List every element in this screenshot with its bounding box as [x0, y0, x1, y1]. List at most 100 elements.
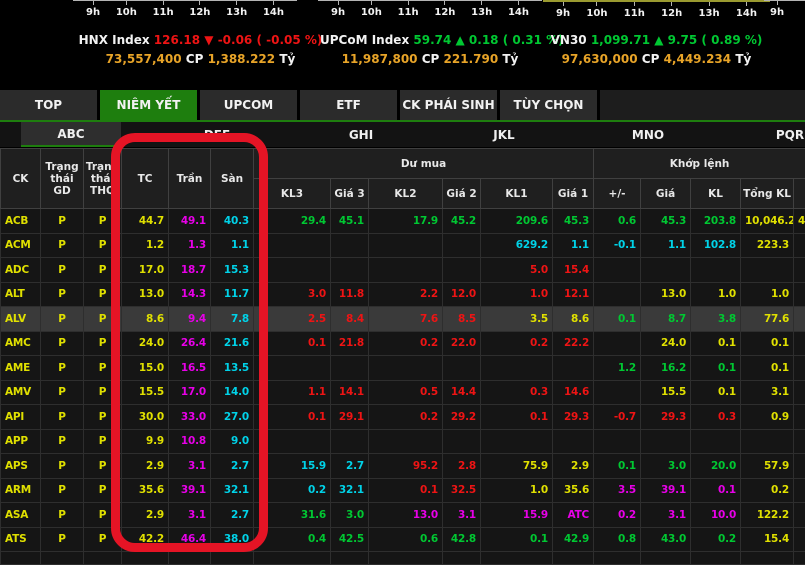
cell-gia3[interactable] [331, 258, 369, 283]
cell-gia[interactable] [641, 429, 691, 454]
cell-status-thq[interactable]: P [84, 527, 122, 552]
cell-san[interactable]: 9.0 [211, 429, 254, 454]
cell-kl[interactable]: 0.3 [691, 405, 741, 430]
cell-symbol[interactable]: ALT [1, 282, 41, 307]
cell-status-gd[interactable]: P [41, 503, 84, 528]
cell-gia3[interactable]: 21.8 [331, 331, 369, 356]
cell-tran[interactable]: 49.1 [169, 209, 211, 234]
tab-ni-m-y-t[interactable]: NIÊM YẾT [100, 90, 197, 120]
cell-status-gd[interactable]: P [41, 282, 84, 307]
cell-san[interactable]: 27.0 [211, 405, 254, 430]
cell-next[interactable] [794, 503, 805, 528]
cell-gia3[interactable] [331, 429, 369, 454]
cell-gia[interactable]: 8.7 [641, 307, 691, 332]
cell-next[interactable] [794, 331, 805, 356]
cell-gia[interactable]: 45.3 [641, 209, 691, 234]
cell-gia1[interactable]: 45.3 [553, 209, 594, 234]
cell-gia[interactable]: 43.0 [641, 527, 691, 552]
cell-tran[interactable]: 17.0 [169, 380, 211, 405]
cell-kl3[interactable]: 15.9 [254, 454, 331, 479]
cell-tran[interactable]: 9.4 [169, 307, 211, 332]
cell-tran[interactable]: 33.0 [169, 405, 211, 430]
cell-tran[interactable]: 1.3 [169, 233, 211, 258]
cell-status-gd[interactable]: P [41, 454, 84, 479]
cell-san[interactable]: 40.3 [211, 209, 254, 234]
tab-upcom[interactable]: UPCOM [200, 90, 297, 120]
cell-kl2[interactable] [369, 356, 443, 381]
cell-kl1[interactable]: 209.6 [481, 209, 553, 234]
tab-t-y-ch-n[interactable]: TÙY CHỌN [500, 90, 597, 120]
cell-symbol[interactable]: ACM [1, 233, 41, 258]
cell-kl[interactable]: 1.0 [691, 282, 741, 307]
cell-gia3[interactable]: 11.8 [331, 282, 369, 307]
cell-symbol[interactable]: ACB [1, 209, 41, 234]
cell-tong-kl[interactable]: 57.9 [741, 454, 794, 479]
cell-san[interactable]: 2.7 [211, 454, 254, 479]
cell-tong-kl[interactable]: 0.2 [741, 478, 794, 503]
cell-gia[interactable]: 16.2 [641, 356, 691, 381]
cell-kl3[interactable]: 3.0 [254, 282, 331, 307]
cell-tong-kl[interactable] [741, 429, 794, 454]
cell-gia[interactable]: 29.3 [641, 405, 691, 430]
cell-gia2[interactable]: 45.2 [443, 209, 481, 234]
cell-gia1[interactable]: 35.6 [553, 478, 594, 503]
cell-tong-kl[interactable]: 10,046.2 [741, 209, 794, 234]
cell-status-thq[interactable]: P [84, 380, 122, 405]
letter-tab-ghi[interactable]: GHI [337, 122, 385, 147]
cell-gia3[interactable]: 42.5 [331, 527, 369, 552]
cell-tc[interactable]: 8.6 [122, 307, 169, 332]
cell-tc[interactable]: 17.0 [122, 258, 169, 283]
cell-kl2[interactable]: 0.2 [369, 331, 443, 356]
cell-status-gd[interactable]: P [41, 478, 84, 503]
cell-status-gd[interactable]: P [41, 258, 84, 283]
cell-status-gd[interactable]: P [41, 233, 84, 258]
cell-status-thq[interactable]: P [84, 356, 122, 381]
cell-gia3[interactable]: 2.7 [331, 454, 369, 479]
cell-tc[interactable]: 24.0 [122, 331, 169, 356]
cell-tc[interactable]: 9.9 [122, 429, 169, 454]
cell-kl3[interactable] [254, 233, 331, 258]
cell-tc[interactable]: 1.2 [122, 233, 169, 258]
cell-gia3[interactable]: 8.4 [331, 307, 369, 332]
cell-kl[interactable]: 10.0 [691, 503, 741, 528]
board-row-amc[interactable]: AMCPP24.026.421.60.121.80.222.00.222.224… [1, 331, 805, 356]
cell-status-thq[interactable]: P [84, 429, 122, 454]
cell-gia2[interactable] [443, 356, 481, 381]
cell-next[interactable] [794, 429, 805, 454]
cell-status-thq[interactable]: P [84, 282, 122, 307]
cell-kl2[interactable] [369, 258, 443, 283]
cell-status-gd[interactable]: P [41, 209, 84, 234]
cell-next[interactable] [794, 233, 805, 258]
cell-tc[interactable]: 15.5 [122, 380, 169, 405]
cell-gia3[interactable]: 29.1 [331, 405, 369, 430]
cell-gia1[interactable]: 42.9 [553, 527, 594, 552]
cell-san[interactable]: 15.3 [211, 258, 254, 283]
cell-gia[interactable]: 3.0 [641, 454, 691, 479]
cell-kl1[interactable]: 0.3 [481, 380, 553, 405]
cell-symbol[interactable]: API [1, 405, 41, 430]
cell-status-gd[interactable]: P [41, 331, 84, 356]
cell-gia3[interactable]: 14.1 [331, 380, 369, 405]
cell-tc[interactable]: 2.9 [122, 503, 169, 528]
cell-kl3[interactable]: 2.5 [254, 307, 331, 332]
cell-chg[interactable]: -0.1 [594, 233, 641, 258]
cell-tong-kl[interactable]: 15.4 [741, 527, 794, 552]
cell-gia1[interactable]: 8.6 [553, 307, 594, 332]
cell-symbol[interactable]: ARM [1, 478, 41, 503]
cell-kl2[interactable]: 0.6 [369, 527, 443, 552]
cell-status-gd[interactable]: P [41, 307, 84, 332]
cell-kl[interactable]: 0.1 [691, 331, 741, 356]
cell-tran[interactable]: 10.8 [169, 429, 211, 454]
tab-etf[interactable]: ETF [300, 90, 397, 120]
cell-kl1[interactable] [481, 356, 553, 381]
cell-gia1[interactable]: ATC [553, 503, 594, 528]
cell-chg[interactable]: 0.2 [594, 503, 641, 528]
cell-next[interactable] [794, 356, 805, 381]
board-row-acb[interactable]: ACBPP44.749.140.329.445.117.945.2209.645… [1, 209, 805, 234]
cell-next[interactable] [794, 454, 805, 479]
cell-status-thq[interactable]: P [84, 331, 122, 356]
tab-top[interactable]: TOP [0, 90, 97, 120]
cell-tc[interactable]: 2.9 [122, 454, 169, 479]
cell-kl2[interactable]: 2.2 [369, 282, 443, 307]
cell-kl1[interactable]: 3.5 [481, 307, 553, 332]
